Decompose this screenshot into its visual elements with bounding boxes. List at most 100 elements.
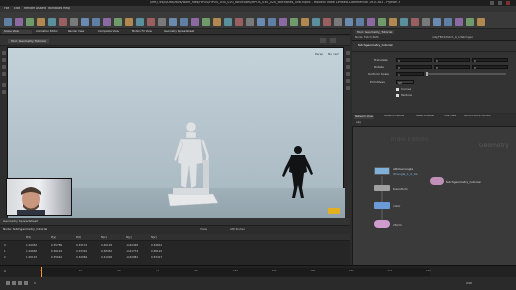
display-normals-icon[interactable] — [345, 86, 350, 90]
tab-network-view[interactable]: Network View — [354, 115, 374, 119]
translate-z-field[interactable]: 0 — [472, 58, 508, 63]
shelf-tool-icon[interactable] — [114, 18, 122, 26]
shelf-tool-icon[interactable] — [257, 18, 265, 26]
shelf-tool-icon[interactable] — [26, 18, 34, 26]
shelf-tool-icon[interactable] — [191, 18, 199, 26]
menu-help[interactable]: Help — [63, 7, 70, 10]
shelf-tool-icon[interactable] — [477, 18, 485, 26]
shelf-tool-icon[interactable] — [444, 18, 452, 26]
table-row[interactable]: 0 1.04952 0.35789 0.33172 0.40193 -0.62348 0.5… — [0, 243, 350, 248]
param-tab-label[interactable]: Tool: Geometry_Tutorial — [355, 30, 395, 34]
shelf-tool-icon[interactable] — [224, 18, 232, 26]
shelf-tool-icon[interactable] — [136, 18, 144, 26]
shelf-tool-icon[interactable] — [158, 18, 166, 26]
tab-render-view[interactable]: Render View — [66, 30, 94, 34]
shelf-tool-icon[interactable] — [312, 18, 320, 26]
tab-composite-view[interactable]: Composite View — [96, 30, 128, 34]
shelf-tool-icon[interactable] — [180, 18, 188, 26]
shelf-tool-icon[interactable] — [356, 18, 364, 26]
shelf-tool-icon[interactable] — [59, 18, 67, 26]
column-header[interactable]: N[z] — [151, 236, 157, 239]
skip-back-icon[interactable] — [6, 281, 10, 285]
spreadsheet-view-label[interactable]: View — [200, 228, 207, 231]
snap-options-icon[interactable] — [330, 38, 336, 43]
shelf-tool-icon[interactable] — [433, 18, 441, 26]
spreadsheet-attribs-label[interactable]: Attributes — [230, 228, 245, 231]
column-header[interactable]: N[y] — [126, 236, 132, 239]
curves-checkbox[interactable] — [396, 88, 399, 91]
start-frame[interactable]: 1 — [34, 282, 36, 285]
tab-asset-browser[interactable]: Asset Browser — [416, 115, 434, 118]
translate-x-field[interactable]: 0 — [396, 58, 432, 63]
translate-y-field[interactable]: 0 — [434, 58, 470, 63]
shelf-tool-icon[interactable] — [268, 18, 276, 26]
pose-tool-icon[interactable] — [1, 90, 6, 94]
table-row[interactable]: 2 1.05115 0.35642 0.32984 0.41026 -0.62981 0.5… — [0, 255, 350, 260]
rotate-y-field[interactable]: 0 — [434, 65, 470, 70]
node-xform[interactable] — [374, 220, 390, 228]
shelf-tool-icon[interactable] — [37, 18, 45, 26]
node-transform[interactable] — [374, 185, 390, 191]
shelf-tool-icon[interactable] — [422, 18, 430, 26]
current-frame[interactable]: 1 — [4, 270, 6, 273]
lock-camera-icon[interactable] — [345, 51, 350, 55]
tab-scene-view[interactable]: Scene View — [2, 30, 32, 34]
shelf-tool-icon[interactable] — [290, 18, 298, 26]
shelf-tool-icon[interactable] — [345, 18, 353, 26]
step-forward-icon[interactable] — [24, 281, 28, 285]
shelf-tool-icon[interactable] — [103, 18, 111, 26]
timeline-playhead[interactable] — [41, 267, 42, 277]
maximize-icon[interactable] — [498, 1, 502, 5]
texture-checkbox[interactable] — [396, 94, 399, 97]
node-color[interactable] — [374, 202, 390, 209]
backface-icon[interactable] — [345, 72, 350, 76]
network-editor[interactable]: Indie Edition Geometry attribwrangle Wra… — [352, 127, 516, 265]
tab-tree-view[interactable]: Tree View — [444, 115, 456, 118]
close-icon[interactable] — [506, 1, 510, 5]
shelf-tool-icon[interactable] — [81, 18, 89, 26]
end-frame[interactable]: 240 — [466, 282, 472, 285]
param-path-value[interactable]: /obj/FBX1/fetch_0_1/fetchgeo — [432, 36, 473, 39]
menu-assets[interactable]: Assets — [36, 7, 46, 10]
rotate-tool-icon[interactable] — [1, 65, 6, 69]
wireframe-icon[interactable] — [345, 65, 350, 69]
shelf-tool-icon[interactable] — [202, 18, 210, 26]
tab-motion-fx-view[interactable]: Motion FX View — [130, 30, 160, 34]
scale-tool-icon[interactable] — [1, 72, 6, 76]
shelf-tool-icon[interactable] — [323, 18, 331, 26]
shading-mode-icon[interactable] — [345, 58, 350, 62]
rotate-z-field[interactable]: 0 — [472, 65, 508, 70]
column-header[interactable]: N[x] — [101, 236, 107, 239]
menu-windows[interactable]: Windows — [48, 7, 62, 10]
menu-edit[interactable]: Edit — [14, 7, 20, 10]
shelf-tool-icon[interactable] — [411, 18, 419, 26]
shelf-tool-icon[interactable] — [235, 18, 243, 26]
shelf-tool-icon[interactable] — [15, 18, 23, 26]
shelf-tool-icon[interactable] — [367, 18, 375, 26]
tab-animation-editor[interactable]: Animation Editor — [34, 30, 64, 34]
spreadsheet-tab[interactable]: Geometry Spreadsheet — [3, 220, 38, 223]
shelf-tool-icon[interactable] — [48, 18, 56, 26]
shelf-tool-icon[interactable] — [70, 18, 78, 26]
shelf-tool-icon[interactable] — [169, 18, 177, 26]
menu-file[interactable]: File — [4, 7, 9, 10]
shelf-tool-icon[interactable] — [301, 18, 309, 26]
shelf-tool-icon[interactable] — [92, 18, 100, 26]
shelf-tool-icon[interactable] — [4, 18, 12, 26]
menu-render[interactable]: Render — [24, 7, 35, 10]
tab-performance-monitor[interactable]: Performance Monitor — [464, 115, 491, 118]
shelf-tool-icon[interactable] — [378, 18, 386, 26]
play-icon[interactable] — [18, 281, 22, 285]
shelf-tool-icon[interactable] — [125, 18, 133, 26]
uniform-scale-field[interactable]: 1 — [396, 72, 424, 77]
step-back-icon[interactable] — [12, 281, 16, 285]
display-points-icon[interactable] — [345, 79, 350, 83]
uniform-scale-slider[interactable] — [426, 73, 506, 75]
tab-geometry-spreadsheet[interactable]: Geometry Spreadsheet — [162, 30, 200, 34]
table-row[interactable]: 1 1.04682 0.36124 0.33391 0.38452 -0.61774 0.5… — [0, 249, 350, 254]
network-path[interactable]: obj — [356, 121, 361, 124]
display-options-icon[interactable] — [320, 38, 326, 43]
shelf-tool-icon[interactable] — [147, 18, 155, 26]
move-tool-icon[interactable] — [1, 58, 6, 62]
shelf-tool-icon[interactable] — [246, 18, 254, 26]
